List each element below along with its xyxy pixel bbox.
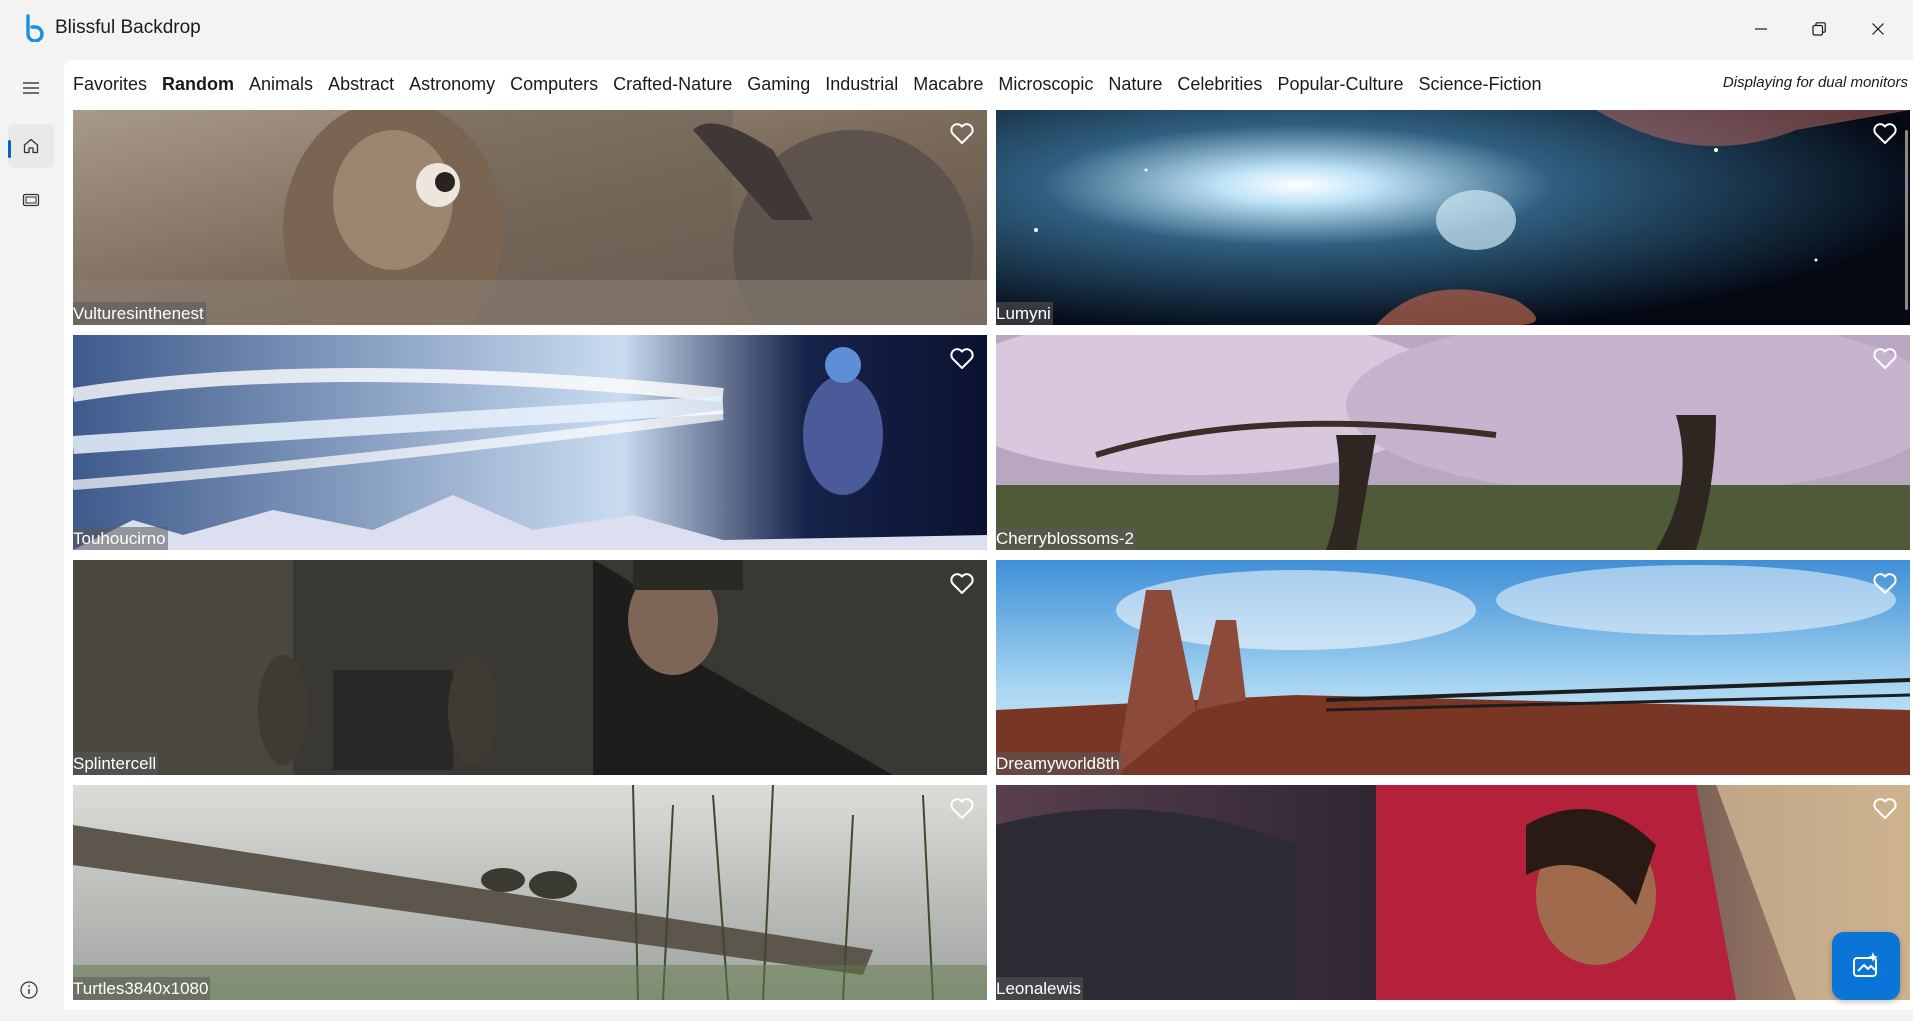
category-tab[interactable]: Microscopic [998,72,1093,96]
set-wallpaper-button[interactable] [1832,932,1900,1000]
heart-icon[interactable] [1872,122,1898,146]
heart-icon[interactable] [949,797,975,821]
wallpaper-thumbnail [73,785,987,1000]
nav-monitor[interactable] [8,178,54,222]
wallpaper-name: Lumyni [996,302,1053,325]
category-tab[interactable]: Abstract [328,72,394,96]
category-tab[interactable]: Astronomy [409,72,495,96]
category-tab[interactable]: Nature [1108,72,1162,96]
wallpaper-thumbnail [996,335,1910,550]
info-icon[interactable] [18,979,40,1001]
restore-icon [1812,22,1826,36]
category-tab[interactable]: Gaming [747,72,810,96]
wallpaper-tile[interactable]: Vulturesinthenest [73,110,987,325]
wallpaper-tile[interactable]: Touhoucirno [73,335,987,550]
wallpaper-name: Touhoucirno [73,527,168,550]
wallpaper-name: Leonalewis [996,977,1084,1000]
wallpaper-name: Dreamyworld8th [996,752,1122,775]
heart-icon[interactable] [949,122,975,146]
minimize-button[interactable] [1732,0,1790,58]
monitor-icon [22,193,40,207]
category-nav: Favorites Random Animals Abstract Astronomy C… [73,72,1557,96]
category-tab[interactable]: Science-Fiction [1419,72,1542,96]
menu-button[interactable] [8,66,54,110]
heart-icon[interactable] [1872,797,1898,821]
app-logo-icon [26,14,44,42]
vertical-scrollbar[interactable] [1905,130,1908,310]
heart-icon[interactable] [1872,347,1898,371]
wallpaper-name: Turtles3840x1080 [73,977,211,1000]
category-tab[interactable]: Celebrities [1177,72,1262,96]
wallpaper-tile[interactable]: Dreamyworld8th [996,560,1910,775]
title-bar: Blissful Backdrop [0,0,1913,58]
menu-icon [23,82,39,94]
wallpaper-tile[interactable]: Splintercell [73,560,987,775]
heart-icon[interactable] [949,572,975,596]
wallpaper-name: Cherryblossoms-2 [996,527,1136,550]
category-tab[interactable]: Industrial [825,72,898,96]
wallpaper-thumbnail [996,110,1910,325]
wallpaper-name: Splintercell [73,752,159,775]
bottom-edge [64,1010,1913,1021]
minimize-icon [1755,28,1767,30]
wallpaper-tile[interactable]: Lumyni [996,110,1910,325]
heart-icon[interactable] [1872,572,1898,596]
heart-icon[interactable] [949,347,975,371]
close-icon [1872,23,1884,35]
display-mode-note: Displaying for dual monitors [1722,74,1908,91]
app-title: Blissful Backdrop [55,17,201,38]
wallpaper-thumbnail [73,110,987,325]
wallpaper-thumbnail [73,335,987,550]
category-tab[interactable]: Animals [249,72,313,96]
wallpaper-tile[interactable]: Turtles3840x1080 [73,785,987,1000]
restore-button[interactable] [1790,0,1848,58]
close-button[interactable] [1849,0,1907,58]
home-icon [23,138,39,154]
category-tab[interactable]: Macabre [913,72,983,96]
wand-sparkle-icon [1853,952,1878,977]
category-tab[interactable]: Favorites [73,72,147,96]
wallpaper-thumbnail [996,785,1910,1000]
category-tab[interactable]: Computers [510,72,598,96]
nav-home[interactable] [8,124,54,168]
wallpaper-thumbnail [996,560,1910,775]
category-tab[interactable]: Crafted-Nature [613,72,732,96]
wallpaper-tile[interactable]: Cherryblossoms-2 [996,335,1910,550]
wallpaper-thumbnail [73,560,987,775]
category-tab[interactable]: Random [162,72,234,96]
selection-indicator [8,140,11,158]
wallpaper-tile[interactable]: Leonalewis [996,785,1910,1000]
nav-rail [0,58,60,1021]
category-tab[interactable]: Popular-Culture [1277,72,1403,96]
wallpaper-name: Vulturesinthenest [73,302,206,325]
